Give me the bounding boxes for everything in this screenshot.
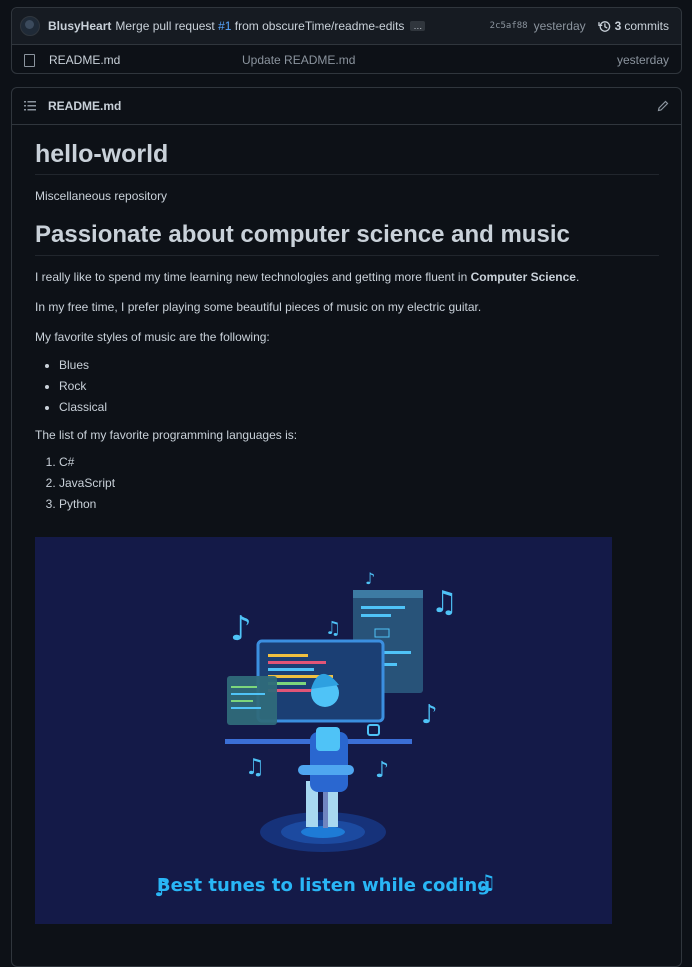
svg-text:♪: ♪ bbox=[375, 758, 389, 783]
latest-commit-box: BlusyHeart Merge pull request #1 from ob… bbox=[11, 7, 682, 74]
readme-paragraph-4: The list of my favorite programming lang… bbox=[35, 428, 298, 442]
list-icon[interactable] bbox=[24, 101, 36, 111]
commit-message-prefix[interactable]: Merge pull request bbox=[115, 19, 218, 33]
readme-paragraph-3: My favorite styles of music are the foll… bbox=[35, 330, 270, 344]
list-item: Classical bbox=[59, 397, 659, 418]
readme-header: README.md bbox=[12, 88, 681, 125]
commits-history-link[interactable]: 3 commits bbox=[597, 19, 669, 33]
commit-author[interactable]: BlusyHeart bbox=[48, 19, 111, 33]
readme-content: hello-world Miscellaneous repository Pas… bbox=[35, 124, 659, 924]
file-row[interactable]: README.md Update README.md yesterday bbox=[12, 45, 681, 75]
commits-count: 3 bbox=[614, 19, 622, 33]
coder-illustration: ♪ ♫ ♫ ♪ ♪ ♫ ♪ ♪ ♫ bbox=[154, 569, 496, 902]
file-name-link[interactable]: README.md bbox=[49, 53, 242, 67]
author-avatar[interactable] bbox=[20, 16, 40, 36]
list-item: JavaScript bbox=[59, 473, 659, 494]
readme-h1: hello-world bbox=[35, 124, 659, 175]
svg-text:♫: ♫ bbox=[325, 618, 341, 639]
commit-time: yesterday bbox=[533, 19, 586, 33]
svg-text:♫: ♫ bbox=[245, 755, 265, 780]
commit-sha[interactable]: 2c5af88 bbox=[490, 21, 528, 31]
list-item: Rock bbox=[59, 376, 659, 397]
readme-paragraph-1: I really like to spend my time learning … bbox=[35, 269, 659, 285]
list-item: Python bbox=[59, 494, 659, 515]
commit-message-suffix[interactable]: from obscureTime/readme-edits bbox=[231, 19, 405, 33]
history-icon bbox=[597, 20, 610, 32]
svg-text:♫: ♫ bbox=[431, 585, 458, 620]
commits-label: commits bbox=[624, 19, 669, 33]
file-commit-message[interactable]: Update README.md bbox=[242, 53, 617, 67]
p1-bold: Computer Science bbox=[470, 270, 576, 284]
music-styles-list: Blues Rock Classical bbox=[35, 355, 659, 418]
svg-text:♪: ♪ bbox=[365, 569, 375, 588]
file-icon bbox=[24, 53, 35, 67]
commit-message[interactable]: Merge pull request #1 from obscureTime/r… bbox=[115, 19, 404, 33]
list-item: C# bbox=[59, 452, 659, 473]
readme-box: README.md hello-world Miscellaneous repo… bbox=[11, 87, 682, 967]
svg-text:♪: ♪ bbox=[421, 700, 438, 730]
pull-request-link[interactable]: #1 bbox=[218, 19, 231, 33]
p1-text: I really like to spend my time learning … bbox=[35, 270, 471, 284]
svg-text:♪: ♪ bbox=[230, 609, 252, 649]
readme-filename: README.md bbox=[48, 99, 122, 113]
list-item: Blues bbox=[59, 355, 659, 376]
readme-subtitle: Miscellaneous repository bbox=[35, 189, 168, 203]
banner-caption: Best tunes to listen while coding bbox=[156, 875, 491, 896]
coding-music-banner: ♪ ♫ ♫ ♪ ♪ ♫ ♪ ♪ ♫ Best tunes to listen w… bbox=[35, 537, 612, 924]
readme-h2: Passionate about computer science and mu… bbox=[35, 220, 659, 256]
readme-paragraph-2: In my free time, I prefer playing some b… bbox=[35, 300, 482, 314]
pencil-icon[interactable] bbox=[657, 100, 669, 112]
expand-commit-button[interactable]: … bbox=[410, 21, 426, 31]
p1-suffix: . bbox=[575, 270, 580, 284]
file-commit-time: yesterday bbox=[616, 53, 669, 67]
latest-commit-row: BlusyHeart Merge pull request #1 from ob… bbox=[12, 8, 681, 45]
languages-list: C# JavaScript Python bbox=[35, 452, 659, 515]
